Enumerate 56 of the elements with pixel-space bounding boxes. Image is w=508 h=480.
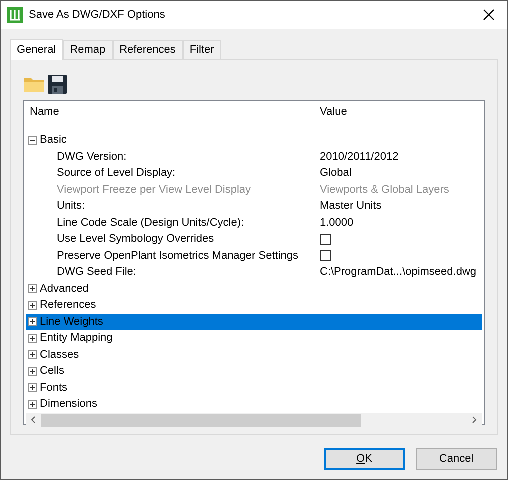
dialog-button[interactable]: OK (324, 448, 405, 470)
property-label: Use Level Symbology Overrides (57, 232, 216, 247)
window-title: Save As DWG/DXF Options (29, 8, 166, 23)
tree-row[interactable]: Classes (26, 346, 482, 363)
group-label: Basic (40, 133, 67, 148)
expand-icon[interactable] (28, 284, 37, 294)
tree-row[interactable]: Dimensions (26, 396, 482, 412)
property-value[interactable]: Master Units (320, 198, 382, 214)
tree-row[interactable]: Entity Mapping (26, 330, 482, 346)
property-label: Line Code Scale (Design Units/Cycle): (57, 216, 246, 230)
group-label: Entity Mapping (40, 331, 113, 346)
column-header[interactable]: Value (320, 104, 348, 120)
save-icon[interactable] (48, 74, 67, 94)
property-label: Viewport Freeze per View Level Display (57, 182, 252, 198)
property-value[interactable]: C:\ProgramDat...\opimseed.dwg (320, 264, 477, 280)
property-label: DWG Seed File: (57, 265, 138, 280)
group-label: Advanced (40, 282, 89, 296)
tab[interactable]: References (112, 40, 183, 59)
app-icon (7, 7, 23, 23)
tab[interactable]: Remap (63, 40, 113, 59)
scrollbar-thumb[interactable] (41, 414, 361, 426)
expand-icon[interactable] (28, 300, 37, 310)
tree-row[interactable]: Basic (26, 132, 482, 148)
property-label: Source of Level Display: (57, 166, 177, 181)
group-label: Dimensions (40, 397, 98, 412)
column-header[interactable]: Name (24, 104, 320, 120)
property-label: Preserve OpenPlant Isometrics Manager Settings (57, 248, 300, 264)
group-label: References (40, 298, 96, 313)
group-label: Fonts (40, 380, 68, 396)
expand-icon[interactable] (28, 350, 37, 360)
checkbox[interactable] (320, 234, 331, 245)
tree-row[interactable]: References (26, 297, 482, 314)
group-label: Cells (40, 364, 64, 379)
tab[interactable]: General (10, 39, 64, 60)
tab[interactable]: Filter (182, 40, 222, 59)
expand-icon[interactable] (28, 383, 37, 392)
close-icon[interactable] (483, 9, 495, 21)
property-label: DWG Version: (57, 150, 128, 164)
horizontal-scrollbar[interactable] (26, 412, 482, 428)
group-label: Classes (40, 348, 80, 362)
tree-row[interactable]: Fonts (26, 380, 482, 396)
property-value[interactable]: 2010/2011/2012 (320, 148, 399, 165)
expand-icon[interactable] (28, 400, 37, 409)
group-label: Line Weights (40, 314, 104, 330)
expand-icon[interactable] (28, 334, 37, 343)
property-value[interactable]: Global (320, 165, 352, 182)
property-label: Units: (57, 199, 86, 214)
collapse-icon[interactable] (28, 136, 37, 145)
tree-row[interactable]: Advanced (26, 280, 482, 297)
dialog-button[interactable]: Cancel (416, 448, 497, 470)
tree-row[interactable]: Line Weights (26, 314, 482, 330)
property-value[interactable]: 1.0000 (320, 214, 354, 231)
tree-row[interactable]: Cells (26, 363, 482, 380)
expand-icon[interactable] (28, 317, 37, 326)
checkbox[interactable] (320, 250, 331, 262)
expand-icon[interactable] (28, 366, 37, 376)
